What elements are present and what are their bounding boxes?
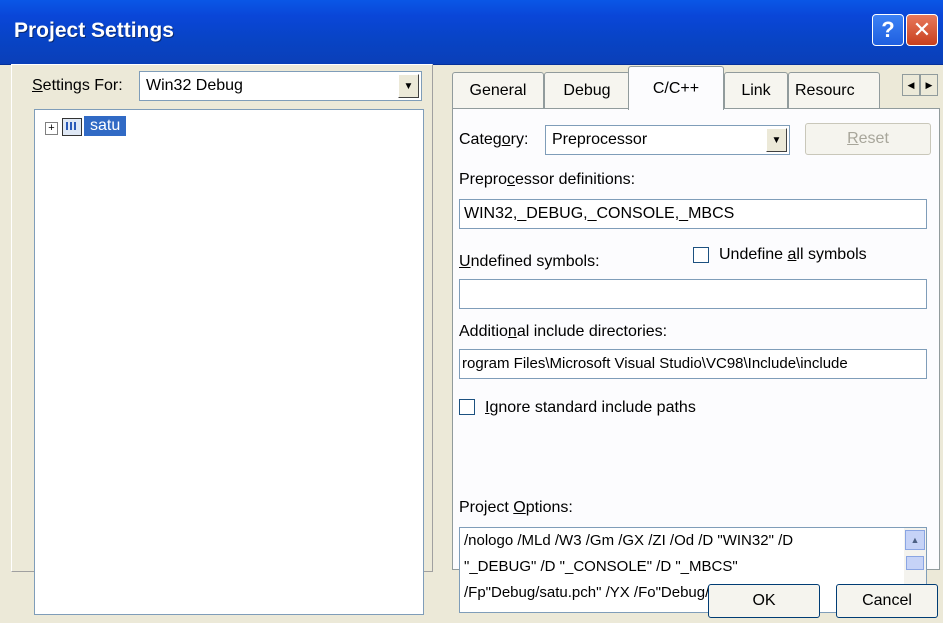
cancel-button[interactable]: Cancel [836, 584, 938, 618]
tab-resources[interactable]: Resourc [788, 72, 880, 108]
project-tree[interactable]: + satu [34, 109, 424, 615]
settings-for-select[interactable]: Win32 Debug ▼ [139, 71, 422, 101]
additional-include-directories-input[interactable]: rogram Files\Microsoft Visual Studio\VC9… [459, 349, 927, 379]
settings-tabs-panel: General Debug C/C++ Link Resourc ◀ ▶ Cat… [440, 64, 943, 613]
undefined-symbols-label: Undefined symbols: [459, 253, 600, 270]
ignore-standard-include-paths-checkbox[interactable] [459, 399, 475, 415]
category-label: Category: [459, 131, 529, 148]
chevron-down-icon[interactable]: ▼ [766, 128, 787, 152]
project-options-label: Project Options: [459, 499, 573, 516]
ok-button[interactable]: OK [708, 584, 820, 618]
preprocessor-definitions-input[interactable]: WIN32,_DEBUG,_CONSOLE,_MBCS [459, 199, 927, 229]
help-button[interactable]: ? [872, 14, 904, 46]
settings-for-panel: Settings For: Win32 Debug ▼ + satu [11, 64, 433, 615]
project-icon [62, 118, 82, 136]
tab-scroll-right-icon[interactable]: ▶ [920, 74, 938, 96]
settings-for-value: Win32 Debug [146, 77, 243, 94]
tab-cpp[interactable]: C/C++ [628, 66, 724, 110]
chevron-down-icon[interactable]: ▼ [398, 74, 419, 98]
window-title: Project Settings [14, 19, 174, 42]
title-bar: Project Settings ? ✕ [0, 0, 943, 65]
category-select[interactable]: Preprocessor ▼ [545, 125, 790, 155]
project-options-line: "_DEBUG" /D "_CONSOLE" /D "_MBCS" [464, 558, 738, 575]
scroll-up-icon[interactable]: ▲ [905, 530, 925, 550]
tab-scroll-left-icon[interactable]: ◀ [902, 74, 920, 96]
scroll-thumb[interactable] [906, 556, 924, 570]
tree-item-satu[interactable]: satu [84, 116, 127, 136]
undefine-all-symbols-checkbox[interactable] [693, 247, 709, 263]
settings-for-label: Settings For: [32, 77, 123, 94]
undefine-all-symbols-label[interactable]: Undefine all symbols [719, 246, 867, 264]
additional-include-directories-label: Additional include directories: [459, 323, 668, 340]
tree-expand-icon[interactable]: + [45, 122, 58, 135]
undefined-symbols-input[interactable] [459, 279, 927, 309]
project-options-line: /nologo /MLd /W3 /Gm /GX /ZI /Od /D "WIN… [464, 532, 794, 549]
reset-button: Reset [805, 123, 931, 155]
preprocessor-definitions-label: Preprocessor definitions: [459, 171, 636, 188]
tab-debug[interactable]: Debug [544, 72, 630, 108]
cpp-tab-page: Category: Preprocessor ▼ Reset Preproces… [452, 108, 940, 613]
tab-general[interactable]: General [452, 72, 544, 108]
tab-link[interactable]: Link [724, 72, 788, 108]
ignore-standard-include-paths-label[interactable]: Ignore standard include paths [485, 399, 696, 417]
category-value: Preprocessor [552, 131, 648, 148]
close-button[interactable]: ✕ [906, 14, 938, 46]
